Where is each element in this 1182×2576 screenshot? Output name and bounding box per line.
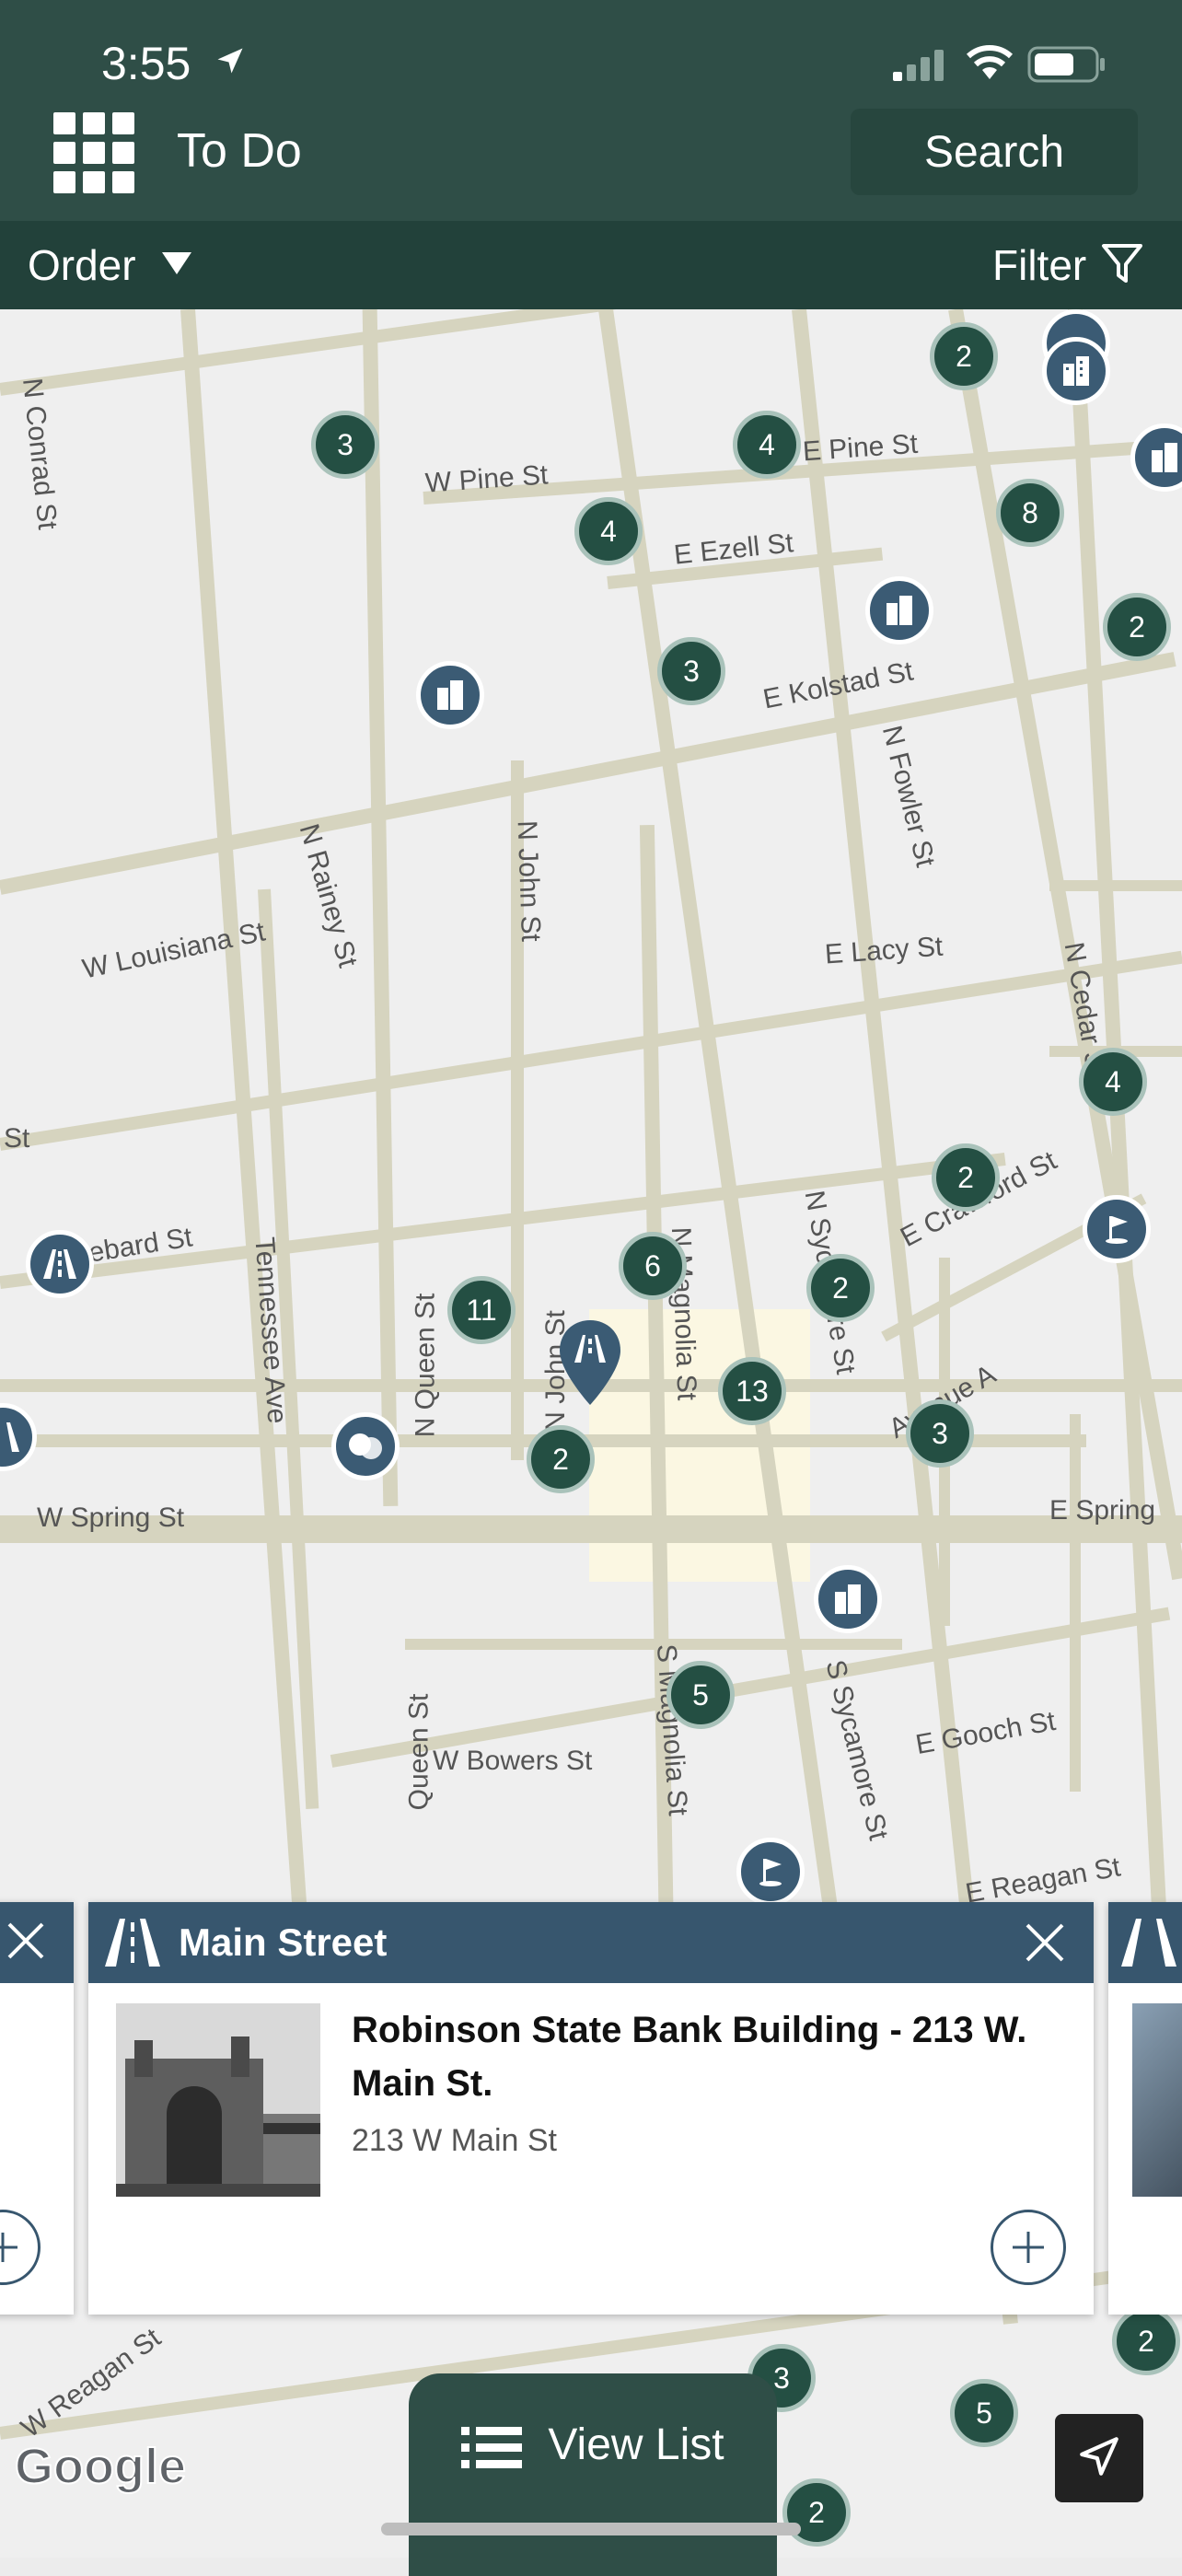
street-label: Queen St <box>403 1693 435 1811</box>
cluster-marker[interactable]: 6 <box>619 1232 687 1300</box>
page-title: To Do <box>177 124 302 178</box>
close-icon[interactable] <box>4 1919 48 1967</box>
cluster-marker[interactable]: 2 <box>1112 2307 1180 2375</box>
card-title[interactable]: Robinson State Bank Building - 213 W. Ma… <box>352 2003 1070 2110</box>
search-button[interactable]: Search <box>851 109 1138 195</box>
street-label: E Lacy St <box>823 931 944 970</box>
cluster-marker[interactable]: 3 <box>311 411 379 479</box>
street-label: W Bowers St <box>433 1746 593 1776</box>
cluster-marker[interactable]: 2 <box>782 2478 851 2547</box>
filter-label: Filter <box>992 241 1087 289</box>
order-label: Order <box>28 241 136 289</box>
search-button-label: Search <box>923 127 1065 177</box>
add-button[interactable] <box>0 2210 41 2285</box>
app-header: To Do Search <box>0 92 1182 221</box>
street <box>0 652 1176 895</box>
recenter-button[interactable] <box>1055 2414 1143 2502</box>
street-label: E Gooch St <box>913 1705 1059 1761</box>
street-label: N Rainey St <box>293 820 364 971</box>
street <box>330 1607 1171 1768</box>
cluster-marker[interactable]: 3 <box>657 637 725 705</box>
next-card-header <box>1108 1902 1182 1983</box>
previous-card[interactable] <box>0 1902 74 2315</box>
home-indicator <box>381 2523 801 2535</box>
street <box>0 950 1182 1151</box>
previous-card-header <box>0 1902 74 1983</box>
road-icon <box>103 1917 162 1968</box>
cluster-marker[interactable]: 13 <box>718 1357 786 1425</box>
flag-poi-marker[interactable] <box>1083 1195 1151 1263</box>
card-address: 213 W Main St <box>352 2123 557 2158</box>
view-list-button[interactable]: View List <box>409 2373 777 2576</box>
street-label: St <box>4 1123 30 1154</box>
street <box>180 309 311 1964</box>
plus-icon <box>1009 2228 1048 2267</box>
street <box>0 309 1182 396</box>
building-poi-marker[interactable] <box>814 1565 882 1633</box>
street-label: W Spring St <box>37 1503 185 1533</box>
cluster-marker[interactable]: 2 <box>527 1425 595 1493</box>
street-label: N Queen St <box>410 1293 441 1438</box>
sort-filter-bar: Order Filter <box>0 221 1182 309</box>
status-time: 3:55 <box>101 38 191 89</box>
building-poi-marker[interactable] <box>416 661 484 729</box>
cluster-marker[interactable]: 5 <box>666 1661 735 1729</box>
cluster-marker[interactable]: 5 <box>950 2379 1018 2447</box>
caret-down-icon <box>160 250 193 281</box>
cluster-marker[interactable]: 4 <box>1079 1048 1147 1116</box>
street <box>1068 309 1170 1965</box>
building-poi-marker[interactable] <box>1042 337 1110 405</box>
location-arrow-icon <box>214 44 247 82</box>
cluster-marker[interactable]: 2 <box>930 322 998 390</box>
road-poi-marker[interactable] <box>26 1230 94 1298</box>
list-icon <box>461 2425 523 2471</box>
signal-icon <box>893 48 946 86</box>
theater-poi-marker[interactable] <box>331 1412 400 1480</box>
street-label: E Spring <box>1049 1495 1156 1526</box>
card-category: Main Street <box>179 1920 388 1964</box>
cluster-marker[interactable]: 2 <box>806 1254 875 1322</box>
grid-menu-icon[interactable] <box>53 112 134 198</box>
view-list-label: View List <box>548 2420 724 2469</box>
wifi-icon <box>965 44 1014 86</box>
cluster-marker[interactable]: 2 <box>932 1143 1000 1212</box>
cluster-marker[interactable]: 3 <box>906 1399 974 1468</box>
order-dropdown[interactable]: Order <box>28 239 193 291</box>
street <box>362 309 399 1507</box>
cluster-marker[interactable]: 8 <box>996 479 1064 547</box>
card-thumbnail <box>116 2003 320 2197</box>
google-logo: Google <box>14 2438 187 2495</box>
flag-poi-marker[interactable] <box>736 1838 805 1906</box>
navigation-arrow-icon <box>1076 2433 1122 2484</box>
street-label: N Conrad St <box>16 377 64 531</box>
building-poi-marker[interactable] <box>1130 424 1182 492</box>
location-card[interactable]: Main Street Robinson State Bank Building… <box>88 1902 1094 2315</box>
street-label: S Sycamore St <box>819 1656 894 1843</box>
street <box>1070 1414 1081 1792</box>
road-poi-marker[interactable] <box>0 1403 37 1471</box>
filter-funnel-icon <box>1101 242 1143 289</box>
close-icon[interactable] <box>1022 1920 1068 1966</box>
street-label: N Fowler St <box>875 722 941 870</box>
next-card[interactable] <box>1108 1902 1182 2315</box>
cluster-marker[interactable]: 4 <box>574 497 643 565</box>
road-icon <box>1119 1917 1178 1968</box>
location-card-header: Main Street <box>88 1902 1094 1983</box>
battery-icon <box>1027 46 1107 87</box>
filter-button[interactable]: Filter <box>992 239 1143 291</box>
building-poi-marker[interactable] <box>865 576 933 644</box>
street-label: N John St <box>511 819 547 943</box>
street <box>1049 880 1182 891</box>
cluster-marker[interactable]: 2 <box>1103 593 1171 661</box>
cluster-marker[interactable]: 11 <box>447 1276 516 1344</box>
next-card-thumbnail <box>1132 2003 1182 2197</box>
cluster-marker[interactable]: 4 <box>733 411 801 479</box>
selected-location-pin[interactable] <box>558 1318 622 1411</box>
add-to-list-button[interactable] <box>991 2210 1066 2285</box>
